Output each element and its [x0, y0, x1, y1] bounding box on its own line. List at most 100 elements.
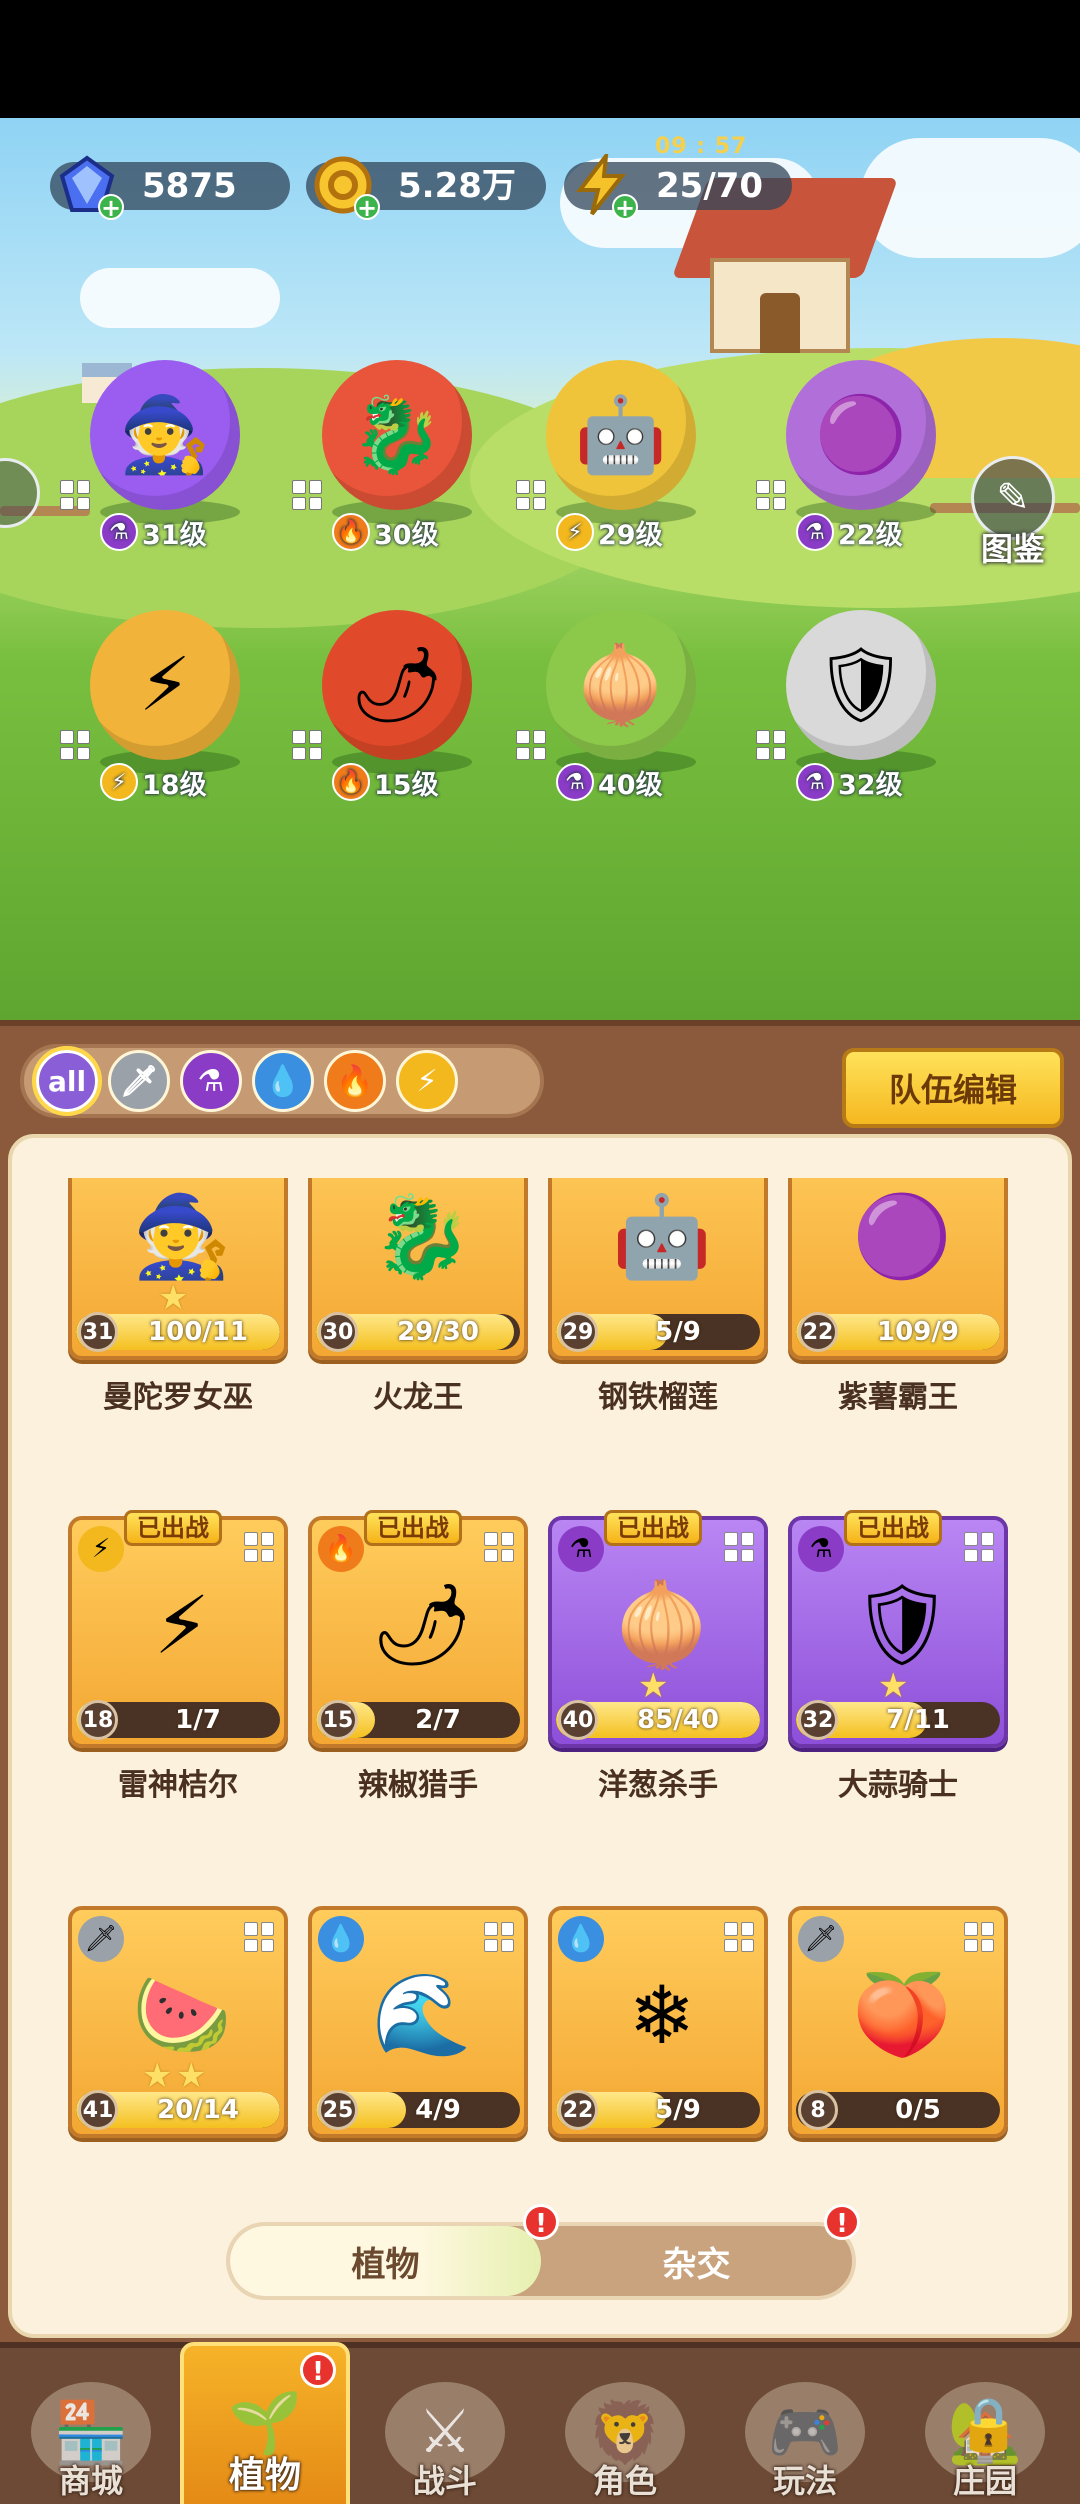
- plant-card-frame: 🍉 🗡 ★ ★ 20/14 41: [68, 1906, 288, 2138]
- field-plant[interactable]: 🧅 ⚗ 40级: [516, 610, 716, 820]
- shard-progress-text: 5/9: [655, 2095, 701, 2125]
- plant-name: 钢铁榴莲: [598, 1380, 718, 1415]
- field-plant-figure: 🐉: [322, 360, 472, 510]
- plant-card[interactable]: 🍉 🗡 ★ ★ 20/14 41: [68, 1906, 288, 2138]
- codex-label: 图鉴: [980, 530, 1045, 568]
- star-icon: ★: [142, 2056, 173, 2096]
- fire-element-icon: 🔥: [332, 763, 370, 801]
- nav-item-modes[interactable]: 🎮 玩法: [720, 2358, 890, 2504]
- shard-progress-text: 29/30: [397, 1317, 479, 1347]
- sword-element-icon: 🗡: [78, 1916, 124, 1962]
- plant-card-frame: ⚡ ⚡ 1/7 18: [68, 1516, 288, 1748]
- plant-card[interactable]: 🧅 ⚗ ★ 85/40 40 已出战 洋葱杀手: [548, 1510, 768, 1804]
- field-plant[interactable]: 🐉 🔥 30级: [292, 360, 492, 570]
- gem-icon: +: [50, 148, 124, 222]
- shard-progress-text: 0/5: [895, 2095, 941, 2125]
- plant-level-badge: 25: [318, 2090, 358, 2130]
- energy-counter[interactable]: + 25/70: [564, 154, 792, 220]
- plant-level-badge: 29: [558, 1312, 598, 1352]
- plant-card[interactable]: ⚡ ⚡ 1/7 18 已出战 雷神桔尔: [68, 1510, 288, 1804]
- tab-plants-label: 植物: [351, 2244, 420, 2285]
- energy-amount: 25/70: [656, 166, 764, 206]
- tab-hybrid-label: 杂交: [662, 2244, 731, 2285]
- plant-portrait: 🟣: [852, 1190, 952, 1283]
- nav-item-plants[interactable]: 🌱 植物!: [180, 2342, 350, 2504]
- filter-sword-icon[interactable]: 🗡: [108, 1050, 170, 1112]
- filter-bolt-icon[interactable]: ⚡: [396, 1050, 458, 1112]
- gold-counter[interactable]: + 5.28万: [306, 156, 546, 220]
- field-plant[interactable]: 🤖 ⚡ 29级: [516, 360, 716, 570]
- plant-level-badge: 22: [558, 2090, 598, 2130]
- slot-icon: [484, 1532, 514, 1562]
- slot-icon: [292, 730, 322, 760]
- field-plant[interactable]: 🌶 🔥 15级: [292, 610, 492, 820]
- water-element-icon: 💧: [318, 1916, 364, 1962]
- plant-card[interactable]: 🤖 5/9 29 钢铁榴莲: [548, 1178, 768, 1416]
- shard-progress-text: 2/7: [415, 1705, 461, 1735]
- plant-hybrid-toggle[interactable]: 植物 ! 杂交 !: [226, 2204, 860, 2300]
- plant-name: 雷神桔尔: [118, 1768, 238, 1803]
- nav-item-shop[interactable]: 🏪 商城: [6, 2358, 176, 2504]
- tab-hybrid[interactable]: 杂交 !: [541, 2204, 860, 2296]
- filter-purple-icon[interactable]: ⚗: [180, 1050, 242, 1112]
- plant-card[interactable]: ❄ 💧 5/9 22: [548, 1906, 768, 2138]
- field-plant-figure: 🧅: [546, 610, 696, 760]
- purple-element-icon: ⚗: [556, 763, 594, 801]
- plant-card[interactable]: 🌊 💧 4/9 25: [308, 1906, 528, 2138]
- filter-bar: all 🗡 ⚗ 💧 🔥 ⚡ 队伍编辑: [0, 1020, 1080, 1130]
- field-plant-level: ⚡ 18级: [100, 762, 207, 802]
- plant-card[interactable]: 🐉 29/30 30 火龙王: [308, 1178, 528, 1416]
- tab-plants[interactable]: 植物 !: [230, 2204, 559, 2296]
- field-plant-level: 🔥 15级: [332, 762, 439, 802]
- plant-level-badge: 18: [78, 1700, 118, 1740]
- field-plant[interactable]: 🛡 ⚗ 32级: [756, 610, 956, 820]
- nav-item-role[interactable]: 🦁 角色: [540, 2358, 710, 2504]
- filter-fire-icon[interactable]: 🔥: [324, 1050, 386, 1112]
- field-plant-level-text: 32级: [838, 769, 903, 801]
- field-plant[interactable]: 🧙 ⚗ 31级: [60, 360, 260, 570]
- plant-card-grid[interactable]: 🧙 ★ 100/11 31 曼陀罗女巫 🐉 29/30 30 火龙王 🤖 5/9 29 钢铁榴莲 🟣 109…: [68, 1178, 1028, 2178]
- gem-counter[interactable]: + 5875: [50, 155, 290, 220]
- nav-item-manor[interactable]: 🏡 庄园 🔒: [900, 2358, 1070, 2504]
- plant-portrait: ⚡: [153, 1578, 211, 1672]
- field-plant-figure: 🌶: [322, 610, 472, 760]
- nav-item-label: 战斗: [412, 2462, 477, 2500]
- shard-progress-text: 5/9: [655, 1317, 701, 1347]
- deployed-badge: 已出战: [364, 1510, 462, 1546]
- plant-card[interactable]: 🟣 109/9 22 紫薯霸王: [788, 1178, 1008, 1416]
- shard-progress-text: 20/14: [157, 2095, 239, 2125]
- codex-button[interactable]: ✎ 图鉴: [968, 456, 1058, 570]
- plant-card-frame: 🤖 5/9 29: [548, 1178, 768, 1360]
- plant-card[interactable]: 🌶 🔥 2/7 15 已出战 辣椒猎手: [308, 1510, 528, 1804]
- plant-portrait: 🌊: [372, 1968, 472, 2061]
- slot-icon: [244, 1532, 274, 1562]
- add-gems-icon[interactable]: +: [98, 194, 124, 220]
- filter-water-icon[interactable]: 💧: [252, 1050, 314, 1112]
- filter-all[interactable]: all: [32, 1046, 102, 1116]
- plant-card[interactable]: 🍑 🗡 0/5 8: [788, 1906, 1008, 2138]
- bolt-element-icon: ⚡: [100, 763, 138, 801]
- field-plant-figure: 🛡: [786, 610, 936, 760]
- field-plant[interactable]: ⚡ ⚡ 18级: [60, 610, 260, 820]
- slot-icon: [756, 480, 786, 510]
- nav-item-battle[interactable]: ⚔ 战斗: [360, 2358, 530, 2504]
- add-gold-icon[interactable]: +: [354, 194, 380, 220]
- plant-level-badge: 22: [798, 1312, 838, 1352]
- element-filters: all 🗡 ⚗ 💧 🔥 ⚡: [20, 1044, 544, 1118]
- field-plant-figure: 🟣: [786, 360, 936, 510]
- plant-card[interactable]: 🛡 ⚗ ★ 7/11 32 已出战 大蒜骑士: [788, 1510, 1008, 1804]
- nav-item-label: 植物: [228, 2455, 301, 2496]
- field-plant-level: ⚡ 29级: [556, 512, 663, 552]
- nav-item-label: 玩法: [772, 2462, 837, 2500]
- field-plant-figure: ⚡: [90, 610, 240, 760]
- team-edit-button[interactable]: 队伍编辑: [842, 1048, 1064, 1128]
- plant-card-frame: ❄ 💧 5/9 22: [548, 1906, 768, 2138]
- field-plant[interactable]: 🟣 ⚗ 22级: [756, 360, 956, 570]
- field-plant-level-text: 29级: [598, 519, 663, 551]
- add-energy-icon[interactable]: +: [612, 194, 638, 220]
- plant-level-badge: 31: [78, 1312, 118, 1352]
- plant-card[interactable]: 🧙 ★ 100/11 31 曼陀罗女巫: [68, 1178, 288, 1416]
- deployed-badge: 已出战: [604, 1510, 702, 1546]
- plant-level-badge: 41: [78, 2090, 118, 2130]
- plant-level-badge: 8: [798, 2090, 838, 2130]
